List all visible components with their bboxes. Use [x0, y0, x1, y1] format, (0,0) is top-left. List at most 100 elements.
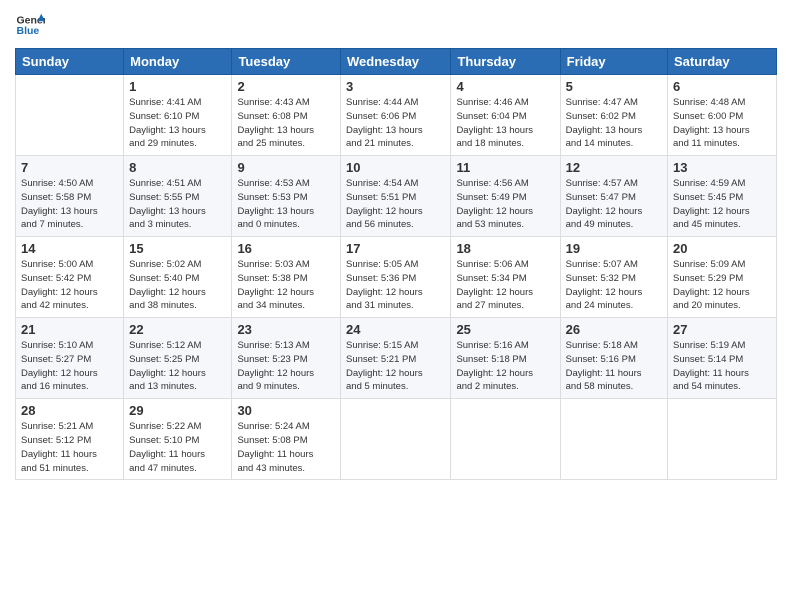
day-number: 15: [129, 241, 226, 256]
calendar-week-row: 28 Sunrise: 5:21 AM Sunset: 5:12 PM Dayli…: [16, 399, 777, 480]
day-info: Sunrise: 4:44 AM Sunset: 6:06 PM Dayligh…: [346, 96, 445, 151]
calendar-cell: 10Sunrise: 4:54 AM Sunset: 5:51 PM Dayli…: [341, 156, 451, 237]
day-info: Sunrise: 4:46 AM Sunset: 6:04 PM Dayligh…: [456, 96, 554, 151]
calendar-cell: 4 Sunrise: 4:46 AM Sunset: 6:04 PM Daylig…: [451, 75, 560, 156]
day-number: 18: [456, 241, 554, 256]
calendar-cell: 1Sunrise: 4:41 AM Sunset: 6:10 PM Daylig…: [124, 75, 232, 156]
day-info: Sunrise: 4:50 AM Sunset: 5:58 PM Dayligh…: [21, 177, 118, 232]
calendar-week-row: 21 Sunrise: 5:10 AM Sunset: 5:27 PM Dayli…: [16, 318, 777, 399]
day-info: Sunrise: 4:54 AM Sunset: 5:51 PM Dayligh…: [346, 177, 445, 232]
day-number: 16: [237, 241, 335, 256]
weekday-header-cell: Saturday: [668, 49, 777, 75]
day-number: 8: [129, 160, 226, 175]
day-info: Sunrise: 5:13 AM Sunset: 5:23 PM Dayligh…: [237, 339, 335, 394]
calendar-cell: 25Sunrise: 5:16 AM Sunset: 5:18 PM Dayli…: [451, 318, 560, 399]
calendar-cell: [668, 399, 777, 480]
day-info: Sunrise: 4:59 AM Sunset: 5:45 PM Dayligh…: [673, 177, 771, 232]
calendar-cell: [341, 399, 451, 480]
calendar-cell: 26 Sunrise: 5:18 AM Sunset: 5:16 PM Dayli…: [560, 318, 667, 399]
calendar-week-row: 7Sunrise: 4:50 AM Sunset: 5:58 PM Daylig…: [16, 156, 777, 237]
calendar-cell: [560, 399, 667, 480]
weekday-header-cell: Thursday: [451, 49, 560, 75]
calendar-cell: 5 Sunrise: 4:47 AM Sunset: 6:02 PM Daylig…: [560, 75, 667, 156]
calendar-cell: 23 Sunrise: 5:13 AM Sunset: 5:23 PM Dayli…: [232, 318, 341, 399]
day-number: 2: [237, 79, 335, 94]
weekday-header-cell: Wednesday: [341, 49, 451, 75]
day-number: 9: [237, 160, 335, 175]
day-number: 12: [566, 160, 662, 175]
calendar-cell: 12 Sunrise: 4:57 AM Sunset: 5:47 PM Dayli…: [560, 156, 667, 237]
day-number: 17: [346, 241, 445, 256]
day-number: 4: [456, 79, 554, 94]
day-info: Sunrise: 5:15 AM Sunset: 5:21 PM Dayligh…: [346, 339, 445, 394]
calendar-cell: 8 Sunrise: 4:51 AM Sunset: 5:55 PM Daylig…: [124, 156, 232, 237]
day-number: 22: [129, 322, 226, 337]
day-info: Sunrise: 4:56 AM Sunset: 5:49 PM Dayligh…: [456, 177, 554, 232]
calendar-cell: 6 Sunrise: 4:48 AM Sunset: 6:00 PM Daylig…: [668, 75, 777, 156]
day-number: 1: [129, 79, 226, 94]
calendar-table: SundayMondayTuesdayWednesdayThursdayFrid…: [15, 48, 777, 480]
calendar-cell: 27 Sunrise: 5:19 AM Sunset: 5:14 PM Dayli…: [668, 318, 777, 399]
day-info: Sunrise: 5:24 AM Sunset: 5:08 PM Dayligh…: [237, 420, 335, 475]
calendar-cell: 24Sunrise: 5:15 AM Sunset: 5:21 PM Dayli…: [341, 318, 451, 399]
calendar-cell: 3 Sunrise: 4:44 AM Sunset: 6:06 PM Daylig…: [341, 75, 451, 156]
day-info: Sunrise: 4:57 AM Sunset: 5:47 PM Dayligh…: [566, 177, 662, 232]
day-info: Sunrise: 5:18 AM Sunset: 5:16 PM Dayligh…: [566, 339, 662, 394]
calendar-week-row: 14 Sunrise: 5:00 AM Sunset: 5:42 PM Dayli…: [16, 237, 777, 318]
day-info: Sunrise: 5:03 AM Sunset: 5:38 PM Dayligh…: [237, 258, 335, 313]
day-number: 14: [21, 241, 118, 256]
calendar-cell: 29Sunrise: 5:22 AM Sunset: 5:10 PM Dayli…: [124, 399, 232, 480]
day-info: Sunrise: 4:53 AM Sunset: 5:53 PM Dayligh…: [237, 177, 335, 232]
weekday-header-cell: Friday: [560, 49, 667, 75]
day-number: 13: [673, 160, 771, 175]
day-number: 19: [566, 241, 662, 256]
day-info: Sunrise: 4:47 AM Sunset: 6:02 PM Dayligh…: [566, 96, 662, 151]
weekday-header-row: SundayMondayTuesdayWednesdayThursdayFrid…: [16, 49, 777, 75]
day-number: 30: [237, 403, 335, 418]
calendar-cell: 13 Sunrise: 4:59 AM Sunset: 5:45 PM Dayli…: [668, 156, 777, 237]
day-number: 27: [673, 322, 771, 337]
day-info: Sunrise: 5:22 AM Sunset: 5:10 PM Dayligh…: [129, 420, 226, 475]
day-number: 28: [21, 403, 118, 418]
calendar-cell: 28 Sunrise: 5:21 AM Sunset: 5:12 PM Dayli…: [16, 399, 124, 480]
calendar-cell: 15Sunrise: 5:02 AM Sunset: 5:40 PM Dayli…: [124, 237, 232, 318]
day-number: 26: [566, 322, 662, 337]
calendar-cell: 2 Sunrise: 4:43 AM Sunset: 6:08 PM Daylig…: [232, 75, 341, 156]
calendar-cell: 18Sunrise: 5:06 AM Sunset: 5:34 PM Dayli…: [451, 237, 560, 318]
calendar-cell: 30 Sunrise: 5:24 AM Sunset: 5:08 PM Dayli…: [232, 399, 341, 480]
calendar-cell: 11 Sunrise: 4:56 AM Sunset: 5:49 PM Dayli…: [451, 156, 560, 237]
calendar-cell: 7Sunrise: 4:50 AM Sunset: 5:58 PM Daylig…: [16, 156, 124, 237]
day-info: Sunrise: 5:10 AM Sunset: 5:27 PM Dayligh…: [21, 339, 118, 394]
day-number: 5: [566, 79, 662, 94]
day-info: Sunrise: 5:12 AM Sunset: 5:25 PM Dayligh…: [129, 339, 226, 394]
day-info: Sunrise: 4:51 AM Sunset: 5:55 PM Dayligh…: [129, 177, 226, 232]
day-number: 20: [673, 241, 771, 256]
day-info: Sunrise: 5:19 AM Sunset: 5:14 PM Dayligh…: [673, 339, 771, 394]
calendar-cell: 20Sunrise: 5:09 AM Sunset: 5:29 PM Dayli…: [668, 237, 777, 318]
calendar-cell: 22 Sunrise: 5:12 AM Sunset: 5:25 PM Dayli…: [124, 318, 232, 399]
weekday-header-cell: Monday: [124, 49, 232, 75]
day-number: 21: [21, 322, 118, 337]
calendar-cell: 21 Sunrise: 5:10 AM Sunset: 5:27 PM Dayli…: [16, 318, 124, 399]
day-number: 25: [456, 322, 554, 337]
calendar-body: 1Sunrise: 4:41 AM Sunset: 6:10 PM Daylig…: [16, 75, 777, 480]
calendar-week-row: 1Sunrise: 4:41 AM Sunset: 6:10 PM Daylig…: [16, 75, 777, 156]
calendar-cell: 17Sunrise: 5:05 AM Sunset: 5:36 PM Dayli…: [341, 237, 451, 318]
calendar-cell: [451, 399, 560, 480]
calendar-cell: 9 Sunrise: 4:53 AM Sunset: 5:53 PM Daylig…: [232, 156, 341, 237]
day-info: Sunrise: 5:21 AM Sunset: 5:12 PM Dayligh…: [21, 420, 118, 475]
day-info: Sunrise: 4:43 AM Sunset: 6:08 PM Dayligh…: [237, 96, 335, 151]
logo: General Blue: [15, 10, 45, 40]
weekday-header-cell: Tuesday: [232, 49, 341, 75]
day-number: 3: [346, 79, 445, 94]
day-number: 23: [237, 322, 335, 337]
day-info: Sunrise: 5:07 AM Sunset: 5:32 PM Dayligh…: [566, 258, 662, 313]
logo-icon: General Blue: [15, 10, 45, 40]
calendar-cell: 14 Sunrise: 5:00 AM Sunset: 5:42 PM Dayli…: [16, 237, 124, 318]
day-info: Sunrise: 4:48 AM Sunset: 6:00 PM Dayligh…: [673, 96, 771, 151]
day-number: 11: [456, 160, 554, 175]
calendar-cell: 19 Sunrise: 5:07 AM Sunset: 5:32 PM Dayli…: [560, 237, 667, 318]
day-number: 6: [673, 79, 771, 94]
day-info: Sunrise: 5:00 AM Sunset: 5:42 PM Dayligh…: [21, 258, 118, 313]
calendar-cell: 16 Sunrise: 5:03 AM Sunset: 5:38 PM Dayli…: [232, 237, 341, 318]
